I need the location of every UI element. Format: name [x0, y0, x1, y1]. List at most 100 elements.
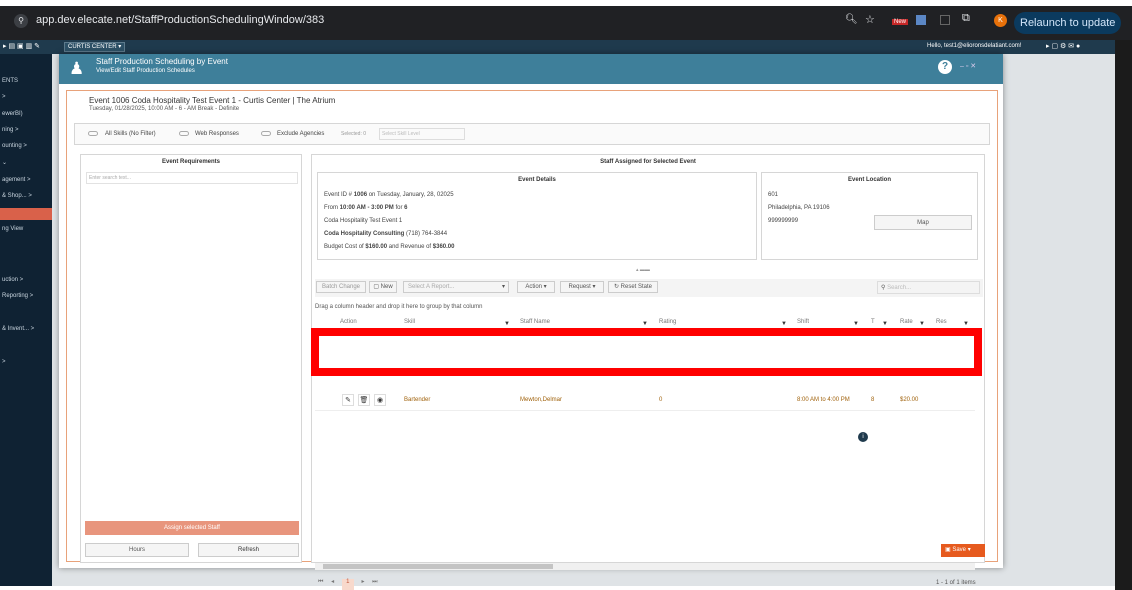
next-page-icon[interactable]: ▸ [361, 579, 364, 585]
extension-icon[interactable] [916, 15, 926, 25]
extension-icon[interactable] [940, 15, 950, 25]
nav-item[interactable]: agement > [2, 177, 31, 183]
event-id-line: Event ID # 1006 on Tuesday, January, 28,… [324, 192, 454, 198]
col-skill[interactable]: Skill [404, 319, 415, 325]
selected-count: Selected: 0 [341, 131, 367, 137]
nav-item[interactable]: uction > [2, 277, 23, 283]
grid-search-input[interactable]: ⚲ Search... [877, 281, 980, 294]
location-line-1: 601 [768, 192, 779, 198]
report-select[interactable]: Select A Report... ▾ [403, 281, 509, 293]
col-staff-name[interactable]: Staff Name [520, 319, 550, 325]
all-skills-toggle[interactable] [88, 131, 98, 136]
hours-button[interactable]: Hours [85, 543, 189, 557]
filter-icon[interactable]: ▼ [642, 321, 648, 327]
col-res[interactable]: Res [936, 319, 947, 325]
location-line-3: 999999999 [768, 218, 799, 224]
assign-staff-button[interactable]: Assign selected Staff [85, 521, 299, 535]
requirements-title: Event Requirements [161, 159, 221, 165]
window-controls[interactable]: – ▫ ✕ [960, 62, 976, 70]
event-time-line: From 10:00 AM - 3:00 PM for 6 [324, 205, 408, 211]
nav-item[interactable]: ewerBI) [2, 111, 23, 117]
delete-icon[interactable]: 🗑︎ [358, 394, 370, 406]
nav-item[interactable]: ounting > [2, 143, 27, 149]
new-button[interactable]: ▢ New [369, 281, 397, 293]
refresh-icon: ↻ [613, 284, 619, 290]
requirements-search-input[interactable]: Enter search text... [86, 172, 298, 184]
reset-state-button[interactable]: ↻ Reset State [608, 281, 658, 293]
request-dropdown[interactable]: Request ▾ [560, 281, 604, 293]
col-action[interactable]: Action [340, 319, 357, 325]
filter-icon[interactable]: ▼ [504, 321, 510, 327]
search-icon: ⚲ [881, 285, 886, 291]
info-badge[interactable]: i [858, 432, 868, 442]
location-selector[interactable]: CURTIS CENTER ▾ [64, 42, 126, 52]
scheduling-modal: ♟ Staff Production Scheduling by Event V… [59, 54, 1003, 590]
web-responses-label: Web Responses [195, 131, 239, 137]
event-title: Event 1006 Coda Hospitality Test Event 1… [89, 96, 336, 105]
last-page-icon[interactable]: ⏭ [372, 579, 377, 585]
cell-rating: 0 [659, 397, 663, 403]
cell-shift: 8:00 AM to 4:00 PM [797, 397, 850, 403]
nav-item[interactable]: & Invent... > [2, 326, 34, 332]
new-extension-badge[interactable]: New [892, 19, 909, 25]
nav-item[interactable]: ning > [2, 127, 19, 133]
event-budget-line: Budget Cost of $160.00 and Revenue of $3… [324, 244, 455, 250]
pager: ⏮ ◂ 1 ▸ ⏭ [318, 578, 378, 590]
batch-change-button[interactable]: Batch Change [316, 281, 366, 293]
col-rate[interactable]: Rate [900, 319, 913, 325]
col-shift[interactable]: Shift [797, 319, 809, 325]
filter-icon[interactable]: ▼ [853, 321, 859, 327]
first-page-icon[interactable]: ⏮ [318, 579, 323, 585]
address-bar[interactable]: app.dev.elecate.net/StaffProductionSched… [36, 14, 324, 26]
right-chrome-strip [1115, 40, 1132, 590]
site-info-icon[interactable]: ⚲ [14, 14, 28, 28]
exclude-agencies-toggle[interactable] [261, 131, 271, 136]
prev-page-icon[interactable]: ◂ [331, 579, 334, 585]
header-action-icons[interactable]: ▸ ▢ ⚙ ✉ ● [1046, 42, 1080, 50]
splitter-handle[interactable]: ▴ ▬▬ [636, 267, 650, 273]
view-icon[interactable]: ◉ [374, 394, 386, 406]
highlight-rectangle [311, 328, 982, 376]
nav-item[interactable]: & Shop... > [2, 193, 32, 199]
cell-skill: Bartender [404, 397, 431, 403]
extensions-puzzle-icon[interactable]: ⧉ [962, 12, 970, 25]
assigned-title: Staff Assigned for Selected Event [600, 159, 696, 165]
nav-item-active[interactable] [0, 208, 52, 220]
horizontal-scrollbar[interactable] [315, 563, 975, 570]
app-toolbar-icons[interactable]: ▸ ▤ ▣ ▥ ✎ [3, 42, 40, 50]
filter-icon[interactable]: ▼ [919, 321, 925, 327]
nav-item[interactable]: > [2, 359, 6, 365]
nav-item[interactable]: > [2, 94, 6, 100]
modal-subtitle: View/Edit Staff Production Schedules [96, 68, 195, 74]
col-rating[interactable]: Rating [659, 319, 676, 325]
save-button[interactable]: ▣ Save ▾ [941, 544, 985, 557]
bookmark-star-icon[interactable]: ☆ [865, 13, 875, 26]
group-by-hint: Drag a column header and drop it here to… [315, 304, 483, 310]
action-dropdown[interactable]: Action ▾ [517, 281, 555, 293]
nav-item[interactable]: Reporting > [2, 293, 33, 299]
map-button[interactable]: Map [874, 215, 972, 230]
page-number[interactable]: 1 [341, 579, 354, 590]
event-name-line: Coda Hospitality Test Event 1 [324, 218, 403, 224]
skill-level-select[interactable]: Select Skill Level [379, 128, 465, 140]
scrollbar-thumb[interactable] [323, 564, 553, 569]
filter-icon[interactable]: ▼ [781, 321, 787, 327]
nav-item[interactable]: ng View [2, 226, 23, 232]
filter-icon[interactable]: ▼ [963, 321, 969, 327]
exclude-agencies-label: Exclude Agencies [277, 131, 325, 137]
edit-icon[interactable]: ✎ [342, 394, 354, 406]
col-t[interactable]: T [871, 319, 875, 325]
profile-avatar[interactable]: K [994, 14, 1007, 27]
refresh-button[interactable]: Refresh [198, 543, 299, 557]
chevron-down-icon: ▾ [501, 284, 505, 290]
all-skills-label: All Skills (No Filter) [105, 131, 156, 137]
location-line-2: Philadelphia, PA 19106 [768, 205, 830, 211]
user-greeting: Hello, test1@elioronsdelatiant.com! [927, 43, 1022, 49]
zoom-icon[interactable]: 🔍︎ [845, 14, 858, 25]
web-responses-toggle[interactable] [179, 131, 189, 136]
filter-icon[interactable]: ▼ [882, 321, 888, 327]
help-icon[interactable]: ? [938, 60, 952, 74]
nav-item[interactable]: ⌄ [2, 159, 7, 166]
relaunch-button[interactable]: Relaunch to update [1014, 12, 1122, 34]
nav-item[interactable]: ENTS [2, 78, 18, 84]
